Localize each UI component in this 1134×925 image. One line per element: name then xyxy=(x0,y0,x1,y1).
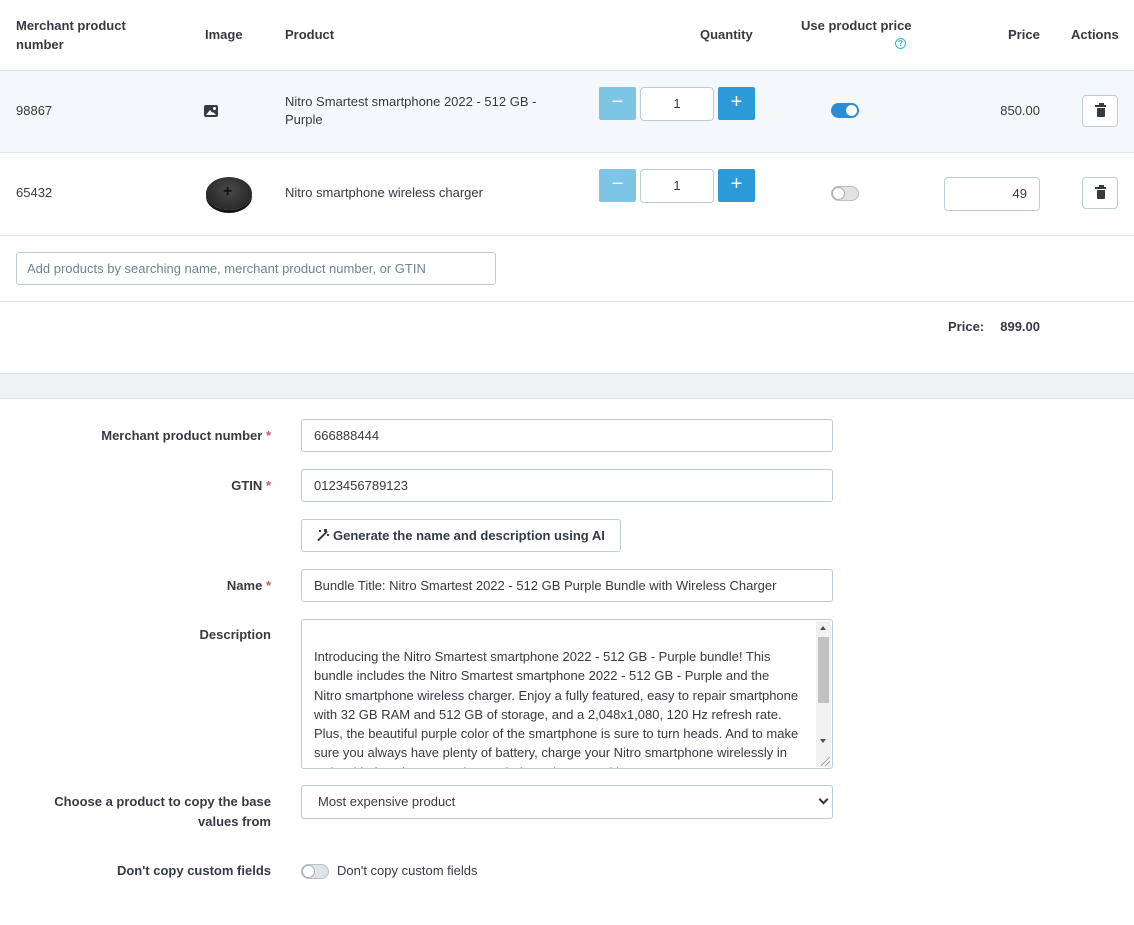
name-label: Name * xyxy=(227,576,271,596)
divider xyxy=(0,301,1134,302)
header-image: Image xyxy=(205,27,243,42)
description-label: Description xyxy=(199,627,271,642)
header-price: Price xyxy=(1008,27,1040,42)
magic-wand-icon xyxy=(315,529,329,543)
quantity-increase-button[interactable]: + xyxy=(718,87,755,120)
merchant-number-input[interactable]: 666888444 xyxy=(301,419,833,452)
header-merchant-number: Merchant product number xyxy=(16,16,126,54)
required-mark: * xyxy=(265,478,271,493)
generate-ai-button-label: Generate the name and description using … xyxy=(333,528,605,543)
quantity-increase-button[interactable]: + xyxy=(718,169,755,202)
row-product-name: Nitro Smartest smartphone 2022 - 512 GB … xyxy=(285,93,575,129)
scroll-up-arrow-icon[interactable] xyxy=(820,626,826,630)
trash-icon xyxy=(1095,103,1106,117)
row-merchant-number: 98867 xyxy=(16,103,53,118)
gtin-input[interactable]: 0123456789123 xyxy=(301,469,833,502)
header-use-product-price: Use product price xyxy=(801,18,912,33)
custom-fields-toggle[interactable] xyxy=(301,864,329,879)
row-product-name-line1: Nitro Smartest smartphone 2022 - 512 GB … xyxy=(285,94,537,109)
custom-fields-label: Don't copy custom fields xyxy=(116,863,271,878)
required-mark: * xyxy=(265,578,271,593)
delete-button[interactable] xyxy=(1082,95,1118,127)
description-textarea[interactable]: Introducing the Nitro Smartest smartphon… xyxy=(301,619,833,769)
copy-base-values-label-line2: values from xyxy=(198,814,271,829)
product-search-input[interactable]: Add products by searching name, merchant… xyxy=(16,252,496,285)
generate-ai-button[interactable]: Generate the name and description using … xyxy=(301,519,621,552)
image-placeholder-icon xyxy=(204,105,218,117)
copy-base-values-select[interactable]: Most expensive product xyxy=(301,785,833,819)
quantity-input[interactable]: 1 xyxy=(640,87,714,121)
price-input[interactable]: 49 xyxy=(944,177,1040,211)
description-text: Introducing the Nitro Smartest smartphon… xyxy=(314,649,799,768)
quantity-decrease-button[interactable]: − xyxy=(599,87,636,120)
use-product-price-toggle[interactable] xyxy=(831,186,859,201)
row-merchant-number: 65432 xyxy=(16,185,53,200)
product-thumbnail: + xyxy=(206,177,252,210)
row-product-name: Nitro smartphone wireless charger xyxy=(285,185,483,200)
delete-button[interactable] xyxy=(1082,177,1118,209)
total-price-label: Price: xyxy=(948,319,985,334)
use-product-price-toggle[interactable] xyxy=(831,103,859,118)
chevron-down-icon xyxy=(818,794,829,805)
description-scrollbar[interactable] xyxy=(816,621,831,767)
merchant-number-label: Merchant product number * xyxy=(101,426,271,446)
header-quantity: Quantity xyxy=(700,27,753,42)
header-product: Product xyxy=(285,27,335,42)
quantity-input[interactable]: 1 xyxy=(640,169,714,203)
total-price-value: 899.00 xyxy=(1000,319,1040,334)
custom-fields-toggle-label[interactable]: Don't copy custom fields xyxy=(337,862,478,880)
copy-base-values-label: Choose a product to copy the base values… xyxy=(54,792,271,832)
header-actions: Actions xyxy=(1071,27,1119,42)
bundle-products-card: Merchant product number Image Product Qu… xyxy=(0,0,1134,374)
help-icon[interactable]: ? xyxy=(895,38,906,49)
trash-icon xyxy=(1095,185,1106,199)
name-label-text: Name xyxy=(226,578,263,593)
merchant-number-label-text: Merchant product number xyxy=(101,428,263,443)
scroll-down-arrow-icon[interactable] xyxy=(820,739,826,743)
gtin-label: GTIN * xyxy=(231,476,271,496)
name-input[interactable]: Bundle Title: Nitro Smartest 2022 - 512 … xyxy=(301,569,833,602)
header-merchant-line1: Merchant product xyxy=(16,18,126,33)
copy-base-values-label-line1: Choose a product to copy the base xyxy=(54,794,271,809)
header-merchant-line2: number xyxy=(16,37,64,52)
row-product-name-line2: Purple xyxy=(285,112,323,127)
scroll-thumb[interactable] xyxy=(818,637,829,703)
row-price: 850.00 xyxy=(1000,103,1040,118)
required-mark: * xyxy=(265,428,271,443)
quantity-decrease-button[interactable]: − xyxy=(599,169,636,202)
resize-handle-icon[interactable] xyxy=(821,757,830,766)
copy-base-values-selected: Most expensive product xyxy=(318,794,456,809)
gtin-label-text: GTIN xyxy=(231,478,263,493)
